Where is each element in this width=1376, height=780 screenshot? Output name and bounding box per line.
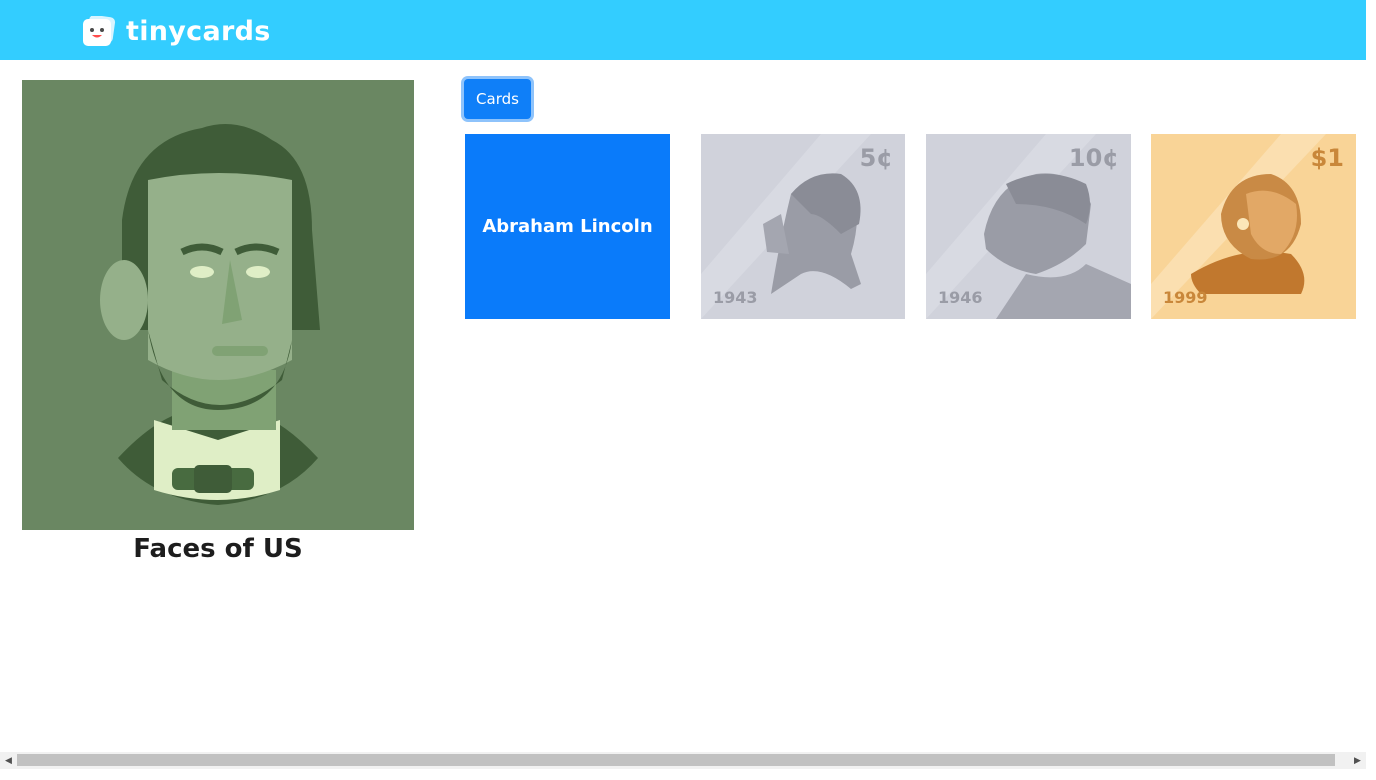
card-abraham-lincoln[interactable]: Abraham Lincoln	[465, 134, 670, 319]
abraham-lincoln-portrait-icon	[22, 80, 414, 530]
scroll-right-arrow-icon[interactable]: ▶	[1349, 752, 1366, 769]
coin-value: 10¢	[1068, 144, 1119, 172]
coin-year: 1999	[1163, 288, 1208, 307]
coin-value: 5¢	[859, 144, 893, 172]
coin-value: $1	[1310, 144, 1344, 172]
card-dollar[interactable]: $1 1999	[1151, 134, 1356, 319]
card-dime[interactable]: 10¢ 1946	[926, 134, 1131, 319]
horizontal-scrollbar[interactable]: ◀ ▶	[0, 752, 1366, 769]
card-nickel[interactable]: 5¢ 1943	[701, 134, 905, 319]
logo-text: tinycards	[126, 16, 271, 47]
tinycards-logo[interactable]: tinycards	[82, 14, 271, 50]
top-header-bar: tinycards	[0, 0, 1366, 60]
scrollbar-thumb[interactable]	[17, 754, 1335, 766]
tinycards-logo-icon	[83, 16, 116, 46]
card-label: Abraham Lincoln	[482, 216, 653, 237]
cards-tab-button[interactable]: Cards	[464, 79, 531, 119]
coin-year: 1943	[713, 288, 758, 307]
deck-cover-image	[22, 80, 414, 530]
coin-year: 1946	[938, 288, 983, 307]
deck-title: Faces of US	[133, 534, 303, 564]
scroll-left-arrow-icon[interactable]: ◀	[0, 752, 17, 769]
